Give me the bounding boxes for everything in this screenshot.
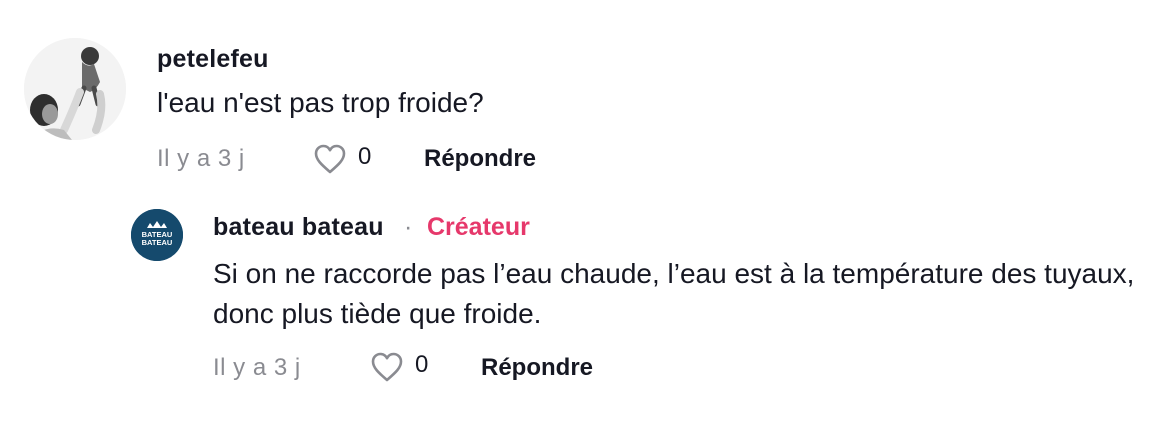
comment-timestamp: Il y a 3 j <box>157 145 245 172</box>
avatar[interactable] <box>24 38 126 140</box>
boat-crown-logo-icon: BATEAU BATEAU <box>131 209 183 261</box>
comment-username[interactable]: petelefeu <box>157 45 269 74</box>
person-holding-baby-photo-icon <box>24 38 126 140</box>
avatar[interactable]: BATEAU BATEAU <box>131 209 183 261</box>
creator-badge: Créateur <box>427 213 530 241</box>
separator-dot: · <box>404 213 413 241</box>
reply-username[interactable]: bateau bateau <box>213 213 384 242</box>
comment-text: l'eau n'est pas trop froide? <box>157 87 484 118</box>
reply-button[interactable]: Répondre <box>481 354 593 382</box>
heart-icon[interactable] <box>313 143 347 175</box>
like-count: 0 <box>415 351 429 378</box>
reply-button[interactable]: Répondre <box>424 145 536 173</box>
like-count: 0 <box>358 143 372 170</box>
heart-icon[interactable] <box>370 351 404 383</box>
reply-timestamp: Il y a 3 j <box>213 354 301 381</box>
comments-thread: petelefeu l'eau n'est pas trop froide? I… <box>0 0 1166 422</box>
reply-text: Si on ne raccorde pas l’eau chaude, l’ea… <box>213 258 1135 329</box>
avatar-logo-text: BATEAU <box>142 238 173 247</box>
